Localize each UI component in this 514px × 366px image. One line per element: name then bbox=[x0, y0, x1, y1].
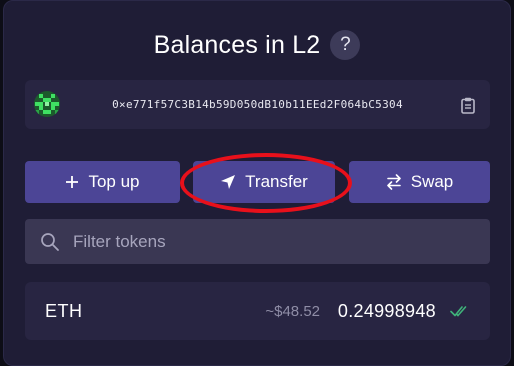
top-up-button[interactable]: Top up bbox=[25, 161, 180, 203]
token-usd-value: ~$48.52 bbox=[265, 302, 320, 320]
help-icon[interactable]: ? bbox=[330, 30, 361, 60]
account-address: 0×e771f57C3B14b59D050dB10b11EEd2F064bC53… bbox=[112, 98, 403, 111]
transfer-button[interactable]: Transfer bbox=[193, 161, 335, 203]
filter-tokens-field[interactable] bbox=[25, 219, 490, 264]
swap-label: Swap bbox=[410, 172, 454, 191]
search-icon bbox=[40, 232, 60, 252]
filter-tokens-input[interactable] bbox=[73, 219, 473, 264]
token-row-eth[interactable]: ETH ~$48.52 0.24998948 bbox=[25, 282, 490, 340]
balances-panel: Balances in L2 ? 0×e771f57C3B14b59D050dB… bbox=[3, 0, 511, 366]
send-icon bbox=[220, 174, 236, 190]
swap-button[interactable]: Swap bbox=[349, 161, 490, 203]
token-amount: 0.24998948 bbox=[337, 300, 436, 321]
top-up-label: Top up bbox=[88, 172, 140, 191]
header: Balances in L2 ? bbox=[4, 27, 510, 63]
page-title: Balances in L2 bbox=[153, 30, 321, 59]
account-address-box: 0×e771f57C3B14b59D050dB10b11EEd2F064bC53… bbox=[25, 80, 490, 129]
clipboard-icon[interactable] bbox=[459, 95, 477, 115]
swap-arrows-icon bbox=[386, 174, 402, 190]
transfer-label: Transfer bbox=[245, 172, 308, 191]
token-symbol: ETH bbox=[45, 300, 83, 321]
double-check-icon bbox=[450, 304, 470, 318]
plus-icon bbox=[65, 175, 79, 189]
